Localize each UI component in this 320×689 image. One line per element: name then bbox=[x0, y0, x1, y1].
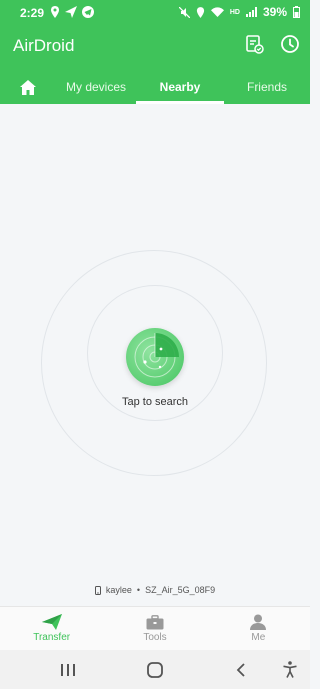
nav-transfer[interactable]: Transfer bbox=[0, 607, 103, 650]
mute-icon bbox=[178, 6, 190, 18]
location-icon bbox=[196, 6, 204, 18]
send-icon bbox=[65, 6, 77, 18]
back-icon[interactable] bbox=[236, 663, 245, 677]
tab-home[interactable] bbox=[0, 70, 56, 104]
device-network-info: kaylee • SZ_Air_5G_08F9 bbox=[0, 585, 310, 595]
telegram-icon bbox=[82, 6, 94, 18]
tab-friends[interactable]: Friends bbox=[224, 70, 310, 104]
toolbox-icon bbox=[146, 614, 164, 629]
nav-transfer-label: Transfer bbox=[33, 632, 71, 643]
app-bar: AirDroid bbox=[0, 26, 310, 70]
radar-icon bbox=[134, 333, 179, 378]
app-actions bbox=[244, 34, 300, 54]
wifi-network-name: SZ_Air_5G_08F9 bbox=[145, 585, 216, 595]
home-button-icon[interactable] bbox=[147, 662, 163, 678]
home-icon bbox=[20, 79, 36, 95]
wifi-icon bbox=[210, 7, 224, 17]
paper-plane-icon bbox=[41, 614, 62, 630]
tab-bar: My devices Nearby Friends bbox=[0, 70, 310, 104]
phone-icon bbox=[94, 585, 101, 595]
network-type: HD bbox=[229, 8, 240, 16]
radar-search-button[interactable] bbox=[126, 328, 184, 386]
bottom-navigation: Transfer Tools Me bbox=[0, 606, 310, 650]
nav-tools-label: Tools bbox=[143, 631, 167, 643]
status-left-icons bbox=[50, 6, 94, 18]
tab-nearby[interactable]: Nearby bbox=[136, 70, 224, 104]
signal-icon bbox=[245, 7, 257, 17]
status-bar: 2:29 HD 39% bbox=[0, 0, 310, 26]
info-separator: • bbox=[136, 585, 141, 595]
battery-percentage: 39% bbox=[262, 5, 287, 19]
person-icon bbox=[250, 614, 267, 630]
nav-me-label: Me bbox=[251, 632, 266, 643]
accessibility-icon[interactable] bbox=[283, 661, 297, 678]
device-name: kaylee bbox=[105, 585, 132, 595]
status-time: 2:29 bbox=[20, 6, 45, 20]
system-navigation-bar bbox=[0, 650, 310, 689]
nav-tools[interactable]: Tools bbox=[103, 607, 206, 650]
clipboard-check-icon[interactable] bbox=[244, 34, 264, 54]
battery-icon bbox=[293, 6, 300, 18]
nearby-panel: Tap to search kaylee • SZ_Air_5G_08F9 bbox=[0, 104, 310, 606]
history-clock-icon[interactable] bbox=[280, 34, 300, 54]
status-right-icons: HD 39% bbox=[178, 5, 300, 19]
location-icon bbox=[51, 6, 59, 18]
recent-apps-icon[interactable] bbox=[61, 664, 75, 676]
nav-me[interactable]: Me bbox=[207, 607, 310, 650]
tap-to-search-label: Tap to search bbox=[121, 396, 189, 408]
app-title: AirDroid bbox=[13, 36, 75, 55]
tab-my-devices[interactable]: My devices bbox=[56, 70, 136, 104]
